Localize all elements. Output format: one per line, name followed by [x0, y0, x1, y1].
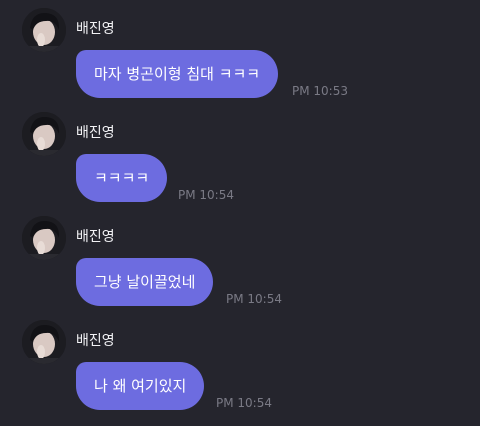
message-bubble[interactable]: ㅋㅋㅋㅋ [76, 154, 168, 202]
sender-name: 배진영 [76, 333, 115, 349]
message-bubble[interactable]: 그냥 날이끌었네 [76, 258, 214, 306]
message-timestamp: PM 10:54 [216, 396, 272, 410]
profile-photo-icon [22, 320, 66, 364]
message-timestamp: PM 10:54 [178, 188, 234, 202]
message-timestamp: PM 10:53 [292, 84, 348, 98]
profile-photo-icon [22, 216, 66, 260]
sender-name: 배진영 [76, 125, 115, 141]
sender-name: 배진영 [76, 21, 115, 37]
avatar[interactable] [22, 216, 66, 260]
sender-name: 배진영 [76, 229, 115, 245]
avatar[interactable] [22, 112, 66, 156]
profile-photo-icon [22, 8, 66, 52]
message-bubble[interactable]: 나 왜 여기있지 [76, 362, 205, 410]
avatar[interactable] [22, 320, 66, 364]
message-timestamp: PM 10:54 [226, 292, 282, 306]
profile-photo-icon [22, 112, 66, 156]
avatar[interactable] [22, 8, 66, 52]
message-bubble[interactable]: 마자 병곤이형 침대 ㅋㅋㅋ [76, 50, 279, 98]
